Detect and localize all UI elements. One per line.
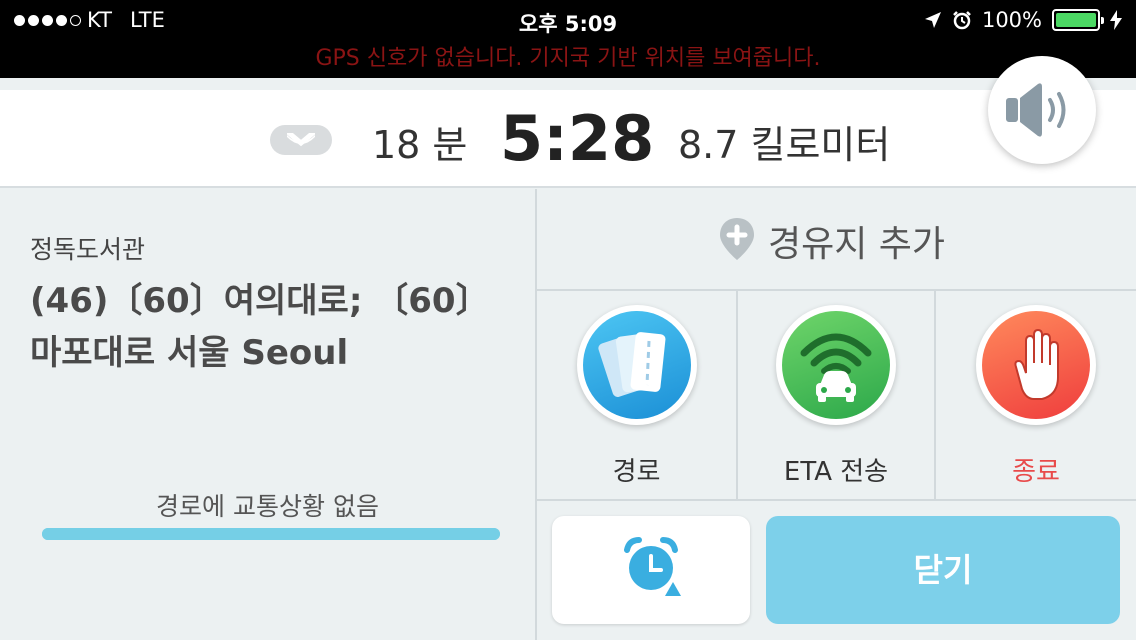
send-eta-button[interactable]: ETA 전송 — [738, 291, 934, 499]
battery-percent: 100% — [981, 8, 1042, 32]
location-arrow-icon — [924, 12, 941, 28]
stop-navigation-button[interactable]: 종료 — [936, 291, 1136, 499]
speaker-icon — [1006, 83, 1066, 137]
route-progress-bar — [42, 528, 500, 540]
status-bar: KT LTE 오후 5:09 100% — [0, 0, 1136, 40]
stop-icon-circle — [976, 305, 1096, 425]
destination-address: (46)〔60〕여의대로; 〔60〕마포대로 서울 Seoul — [30, 281, 490, 373]
trip-duration: 18 분 — [372, 123, 468, 167]
route-label: 경로 — [612, 457, 661, 487]
chevron-down-icon — [287, 133, 315, 147]
route-icon-circle — [577, 305, 697, 425]
gps-warning-banner: GPS 신호가 없습니다. 기지국 기반 위치를 보여줍니다. — [0, 40, 1136, 78]
car-wifi-icon — [800, 333, 872, 402]
close-button[interactable]: 닫기 — [766, 516, 1120, 624]
pin-plus-icon — [720, 218, 754, 260]
alarm-button[interactable] — [552, 516, 750, 624]
route-progress-fill — [42, 528, 500, 540]
hand-stop-icon — [1014, 328, 1059, 400]
stop-label: 종료 — [1012, 457, 1060, 487]
destination-name: 정독도서관 — [30, 235, 146, 264]
alarm-clock-icon — [624, 537, 681, 596]
trip-distance: 8.7 킬로미터 — [678, 123, 891, 167]
add-stop-label: 경유지 추가 — [768, 224, 946, 265]
battery-icon — [1052, 9, 1104, 31]
charging-icon — [1110, 10, 1122, 30]
collapse-button[interactable] — [270, 125, 332, 155]
alarm-icon — [953, 11, 971, 30]
traffic-status: 경로에 교통상황 없음 — [156, 492, 379, 521]
sound-button[interactable] — [988, 56, 1096, 164]
route-cards-icon — [598, 332, 666, 397]
eta-time: 5:28 — [500, 102, 655, 175]
status-right: 100% — [924, 8, 1122, 32]
eta-icon-circle — [776, 305, 896, 425]
route-button[interactable]: 경로 — [537, 291, 736, 499]
send-eta-label: ETA 전송 — [783, 457, 889, 487]
divider — [537, 499, 1136, 501]
